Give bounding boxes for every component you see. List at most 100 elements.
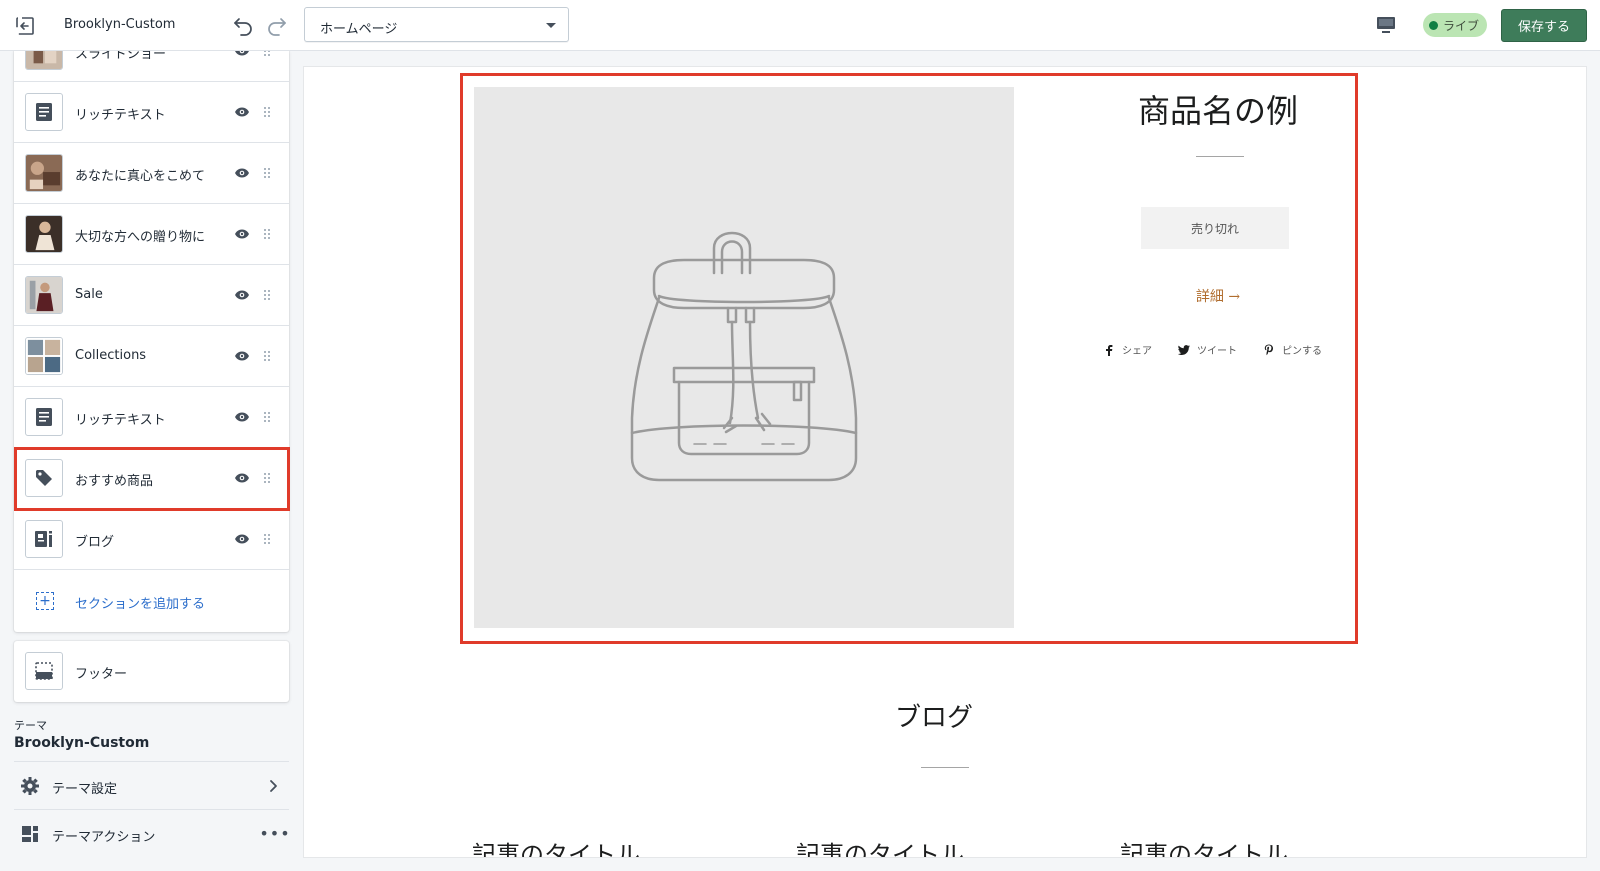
save-button[interactable]: 保存する bbox=[1501, 9, 1587, 42]
twitter-icon bbox=[1178, 344, 1190, 356]
drag-handle-icon[interactable] bbox=[262, 226, 272, 242]
share-label: ピンする bbox=[1282, 346, 1322, 357]
theme-settings-label: テーマ設定 bbox=[52, 782, 118, 797]
drag-handle-icon[interactable] bbox=[262, 287, 272, 303]
theme-settings-button[interactable]: テーマ設定 bbox=[14, 762, 289, 809]
section-thumbnail bbox=[25, 215, 63, 253]
backpack-icon bbox=[630, 231, 858, 481]
drag-handle-icon[interactable] bbox=[262, 470, 272, 486]
eye-icon[interactable] bbox=[234, 471, 250, 485]
theme-actions-label: テーマアクション bbox=[52, 830, 156, 845]
article-title[interactable]: 記事のタイトル bbox=[1120, 835, 1288, 857]
eye-icon[interactable] bbox=[234, 410, 250, 424]
device-preview-button[interactable] bbox=[1374, 14, 1398, 36]
sections-list: スライドショー リッチテキスト あなたに真心をこめて 大切な方への贈り物に Sa… bbox=[14, 51, 289, 632]
eye-icon[interactable] bbox=[234, 105, 250, 119]
section-label: スライドショー bbox=[75, 51, 167, 62]
section-thumbnail bbox=[25, 398, 63, 436]
section-thumbnail bbox=[25, 520, 63, 558]
social-share-row: シェア ツイート ピンする bbox=[1103, 342, 1333, 360]
section-label: あなたに真心をこめて bbox=[75, 169, 206, 184]
eye-icon[interactable] bbox=[234, 349, 250, 363]
add-section-icon: + bbox=[36, 592, 54, 610]
section-row-blog[interactable]: ブログ bbox=[14, 509, 289, 570]
section-thumbnail bbox=[25, 652, 63, 690]
section-thumbnail bbox=[25, 337, 63, 375]
section-row-rich-text[interactable]: リッチテキスト bbox=[14, 82, 289, 143]
drag-handle-icon[interactable] bbox=[262, 104, 272, 120]
drag-handle-icon[interactable] bbox=[262, 51, 272, 59]
drag-handle-icon[interactable] bbox=[262, 348, 272, 364]
eye-icon[interactable] bbox=[234, 532, 250, 546]
share-label: ツイート bbox=[1197, 346, 1237, 357]
blog-heading: ブログ bbox=[894, 703, 973, 733]
section-label: Collections bbox=[75, 348, 147, 363]
eye-icon[interactable] bbox=[234, 51, 250, 58]
theme-actions-icon bbox=[20, 824, 40, 844]
sidebar: スライドショー リッチテキスト あなたに真心をこめて 大切な方への贈り物に Sa… bbox=[0, 51, 300, 871]
section-thumbnail bbox=[25, 459, 63, 497]
chevron-right-icon bbox=[266, 776, 282, 796]
product-image-placeholder bbox=[474, 87, 1014, 628]
divider bbox=[921, 767, 969, 768]
live-label: ライブ bbox=[1443, 18, 1480, 33]
drag-handle-icon[interactable] bbox=[262, 165, 272, 181]
add-section-label: セクションを追加する bbox=[75, 597, 206, 612]
page-select-value: ホームページ bbox=[320, 22, 398, 37]
gear-icon bbox=[20, 776, 40, 796]
section-thumbnail bbox=[25, 276, 63, 314]
chevron-down-icon bbox=[546, 23, 556, 28]
footer-icon bbox=[35, 662, 53, 680]
eye-icon[interactable] bbox=[234, 288, 250, 302]
section-label: ブログ bbox=[75, 535, 115, 550]
section-label: リッチテキスト bbox=[75, 108, 166, 123]
share-facebook-button[interactable]: シェア bbox=[1103, 342, 1152, 357]
eye-icon[interactable] bbox=[234, 227, 250, 241]
article-title[interactable]: 記事のタイトル bbox=[796, 835, 964, 857]
facebook-icon bbox=[1103, 344, 1115, 356]
redo-button[interactable] bbox=[264, 12, 290, 38]
live-dot-icon bbox=[1429, 20, 1438, 30]
undo-button[interactable] bbox=[230, 12, 256, 38]
divider bbox=[1196, 156, 1244, 157]
section-row-sale[interactable]: Sale bbox=[14, 265, 289, 326]
theme-title: Brooklyn-Custom bbox=[64, 17, 176, 32]
desktop-icon bbox=[1377, 17, 1395, 33]
blog-icon bbox=[35, 531, 52, 547]
sold-out-button[interactable]: 売り切れ bbox=[1141, 207, 1289, 249]
section-row-gift[interactable]: 大切な方への贈り物に bbox=[14, 204, 289, 265]
pinterest-icon bbox=[1263, 344, 1275, 356]
product-details-link[interactable]: 詳細 → bbox=[1163, 286, 1273, 306]
section-row-featured-product[interactable]: おすすめ商品 bbox=[14, 448, 289, 509]
redo-icon bbox=[268, 18, 286, 36]
footer-section-row[interactable]: フッター bbox=[14, 641, 289, 702]
section-thumbnail bbox=[25, 93, 63, 131]
tag-icon bbox=[36, 470, 52, 486]
featured-product-section[interactable]: 商品名の例 売り切れ 詳細 → シェア ツイート ピンする bbox=[460, 73, 1358, 644]
exit-editor-button[interactable] bbox=[10, 11, 40, 41]
article-title[interactable]: 記事のタイトル bbox=[472, 835, 640, 857]
add-section-button[interactable]: + セクションを追加する bbox=[14, 571, 289, 632]
product-title: 商品名の例 bbox=[1137, 92, 1298, 130]
section-row-collections[interactable]: Collections bbox=[14, 326, 289, 387]
drag-handle-icon[interactable] bbox=[262, 531, 272, 547]
text-block-icon bbox=[36, 103, 52, 121]
section-row-image-with-text[interactable]: あなたに真心をこめて bbox=[14, 143, 289, 204]
text-block-icon bbox=[36, 408, 52, 426]
theme-actions-button[interactable]: テーマアクション ••• bbox=[14, 810, 290, 857]
section-label: フッター bbox=[75, 667, 128, 682]
share-twitter-button[interactable]: ツイート bbox=[1178, 342, 1237, 357]
drag-handle-icon[interactable] bbox=[262, 409, 272, 425]
section-row-slideshow[interactable]: スライドショー bbox=[14, 51, 289, 82]
undo-icon bbox=[234, 18, 252, 36]
theme-label: テーマ bbox=[14, 719, 47, 732]
section-row-rich-text-2[interactable]: リッチテキスト bbox=[14, 387, 289, 448]
section-thumbnail bbox=[25, 51, 63, 70]
share-label: シェア bbox=[1122, 346, 1152, 357]
section-label: Sale bbox=[75, 287, 103, 302]
more-actions-icon[interactable]: ••• bbox=[259, 824, 289, 843]
share-pinterest-button[interactable]: ピンする bbox=[1263, 342, 1322, 357]
section-label: おすすめ商品 bbox=[75, 474, 154, 489]
eye-icon[interactable] bbox=[234, 166, 250, 180]
page-select-dropdown[interactable]: ホームページ bbox=[304, 7, 569, 42]
